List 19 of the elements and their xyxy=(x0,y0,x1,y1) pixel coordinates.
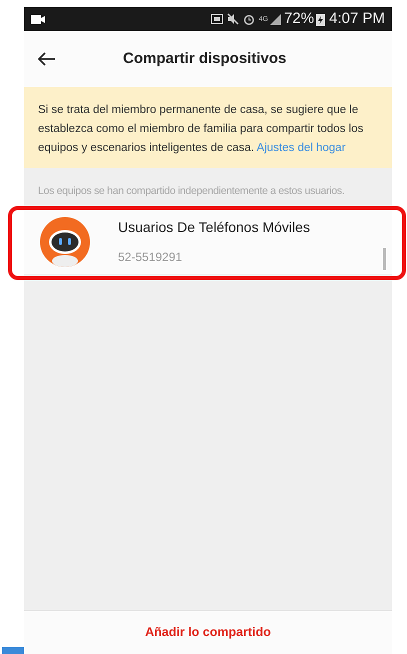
back-arrow-icon[interactable] xyxy=(38,52,56,66)
user-row[interactable]: Usuarios De Teléfonos Móviles 52-5519291 xyxy=(24,210,392,274)
clock: 4:07 PM xyxy=(329,8,385,29)
robot-avatar-icon xyxy=(40,216,90,267)
video-camera-icon xyxy=(31,14,45,24)
signal-icon xyxy=(270,14,282,24)
user-phone: 52-5519291 xyxy=(118,249,184,266)
page-title: Compartir dispositivos xyxy=(123,48,286,69)
home-settings-link[interactable]: Ajustes del hogar xyxy=(256,142,346,154)
battery-icon xyxy=(316,12,326,26)
alarm-icon xyxy=(242,13,255,25)
cast-icon xyxy=(210,14,223,24)
scrollbar xyxy=(383,248,386,270)
section-caption: Los equipos se han compartido independientemente a estos usuarios. xyxy=(37,184,346,199)
mute-icon xyxy=(226,13,239,25)
notice-text: Si se trata del miembro permanente de casa, se sugiere que le establezca como el miembro de familia para compartir todos los equipos y escenarios inteligentes de casa. Ajustes del hogar xyxy=(38,103,364,156)
user-name: Usuarios De Teléfonos Móviles xyxy=(118,218,311,238)
battery-percent: 72% xyxy=(284,8,314,29)
add-shared-button[interactable]: Añadir lo compartido xyxy=(24,610,392,654)
